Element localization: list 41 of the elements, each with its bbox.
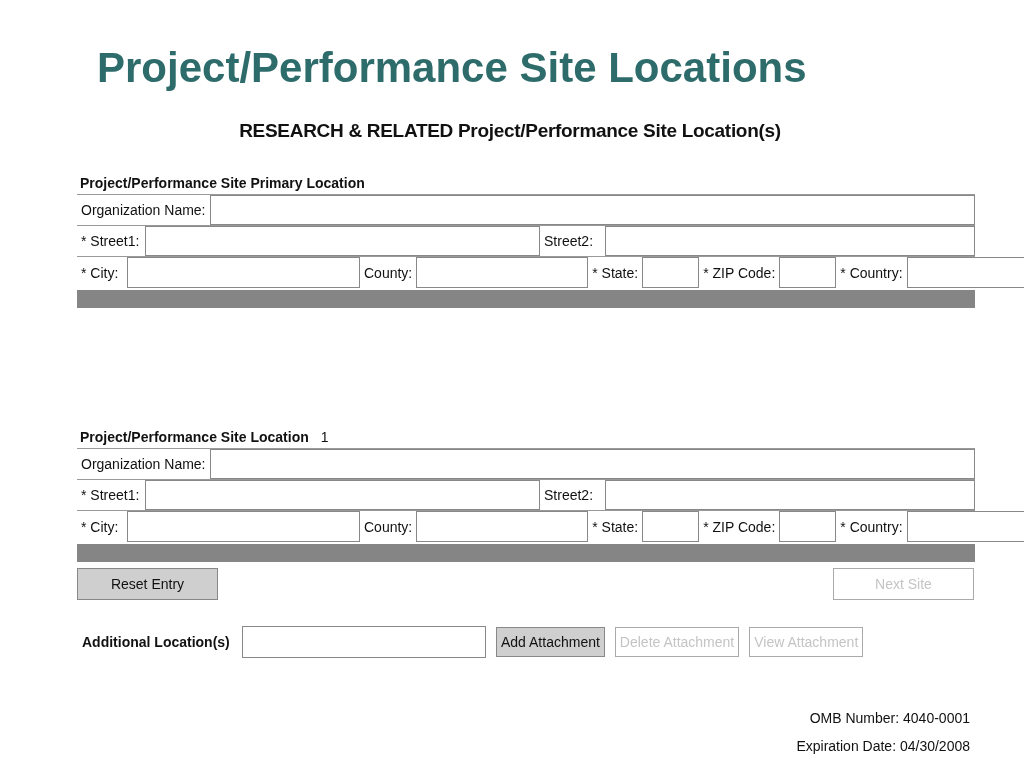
field-label: * Street1: bbox=[80, 486, 141, 505]
field-label: * City: bbox=[80, 517, 120, 537]
form-button[interactable]: Reset Entry bbox=[77, 568, 218, 600]
input-field[interactable] bbox=[242, 626, 486, 658]
input-field[interactable] bbox=[605, 480, 975, 510]
input-field[interactable] bbox=[642, 257, 700, 288]
input-field[interactable] bbox=[209, 449, 975, 479]
input-field[interactable] bbox=[605, 226, 975, 256]
input-field[interactable] bbox=[779, 511, 837, 542]
site-number: 1 bbox=[320, 429, 329, 445]
slide-title: Project/Performance Site Locations bbox=[97, 43, 808, 93]
input-field[interactable] bbox=[127, 511, 360, 542]
footer-text: OMB Number: 4040-0001 bbox=[809, 710, 970, 726]
input-field[interactable] bbox=[145, 480, 540, 510]
input-field[interactable] bbox=[779, 257, 837, 288]
footer-text: Expiration Date: 04/30/2008 bbox=[796, 738, 970, 754]
field-label: Street2: bbox=[543, 232, 595, 251]
input-field[interactable] bbox=[416, 511, 589, 542]
input-field[interactable] bbox=[642, 511, 700, 542]
field-label: Organization Name: bbox=[80, 201, 207, 220]
field-label: * Country: bbox=[839, 517, 904, 537]
form-button[interactable]: Add Attachment bbox=[496, 627, 605, 657]
field-label: County: bbox=[363, 517, 414, 537]
field-label: * State: bbox=[591, 263, 640, 283]
field-label: * ZIP Code: bbox=[702, 263, 777, 283]
field-label: Additional Location(s) bbox=[82, 634, 231, 650]
input-field[interactable] bbox=[145, 226, 540, 256]
field-label: * Street1: bbox=[80, 232, 141, 251]
field-label: * ZIP Code: bbox=[702, 517, 777, 537]
section-heading: Project/Performance Site Primary Location bbox=[80, 175, 365, 191]
field-label: * City: bbox=[80, 263, 120, 283]
input-field[interactable] bbox=[416, 257, 589, 288]
section-heading: Project/Performance Site Location bbox=[80, 429, 309, 445]
field-label: Street2: bbox=[543, 486, 595, 505]
input-field[interactable] bbox=[209, 195, 975, 225]
field-label: County: bbox=[363, 263, 414, 283]
field-label: Organization Name: bbox=[80, 455, 207, 474]
form-title: RESEARCH & RELATED Project/Performance Site Location(s) bbox=[238, 120, 782, 142]
field-label: * State: bbox=[591, 517, 640, 537]
field-label: * Country: bbox=[839, 263, 904, 283]
input-field[interactable] bbox=[127, 257, 360, 288]
